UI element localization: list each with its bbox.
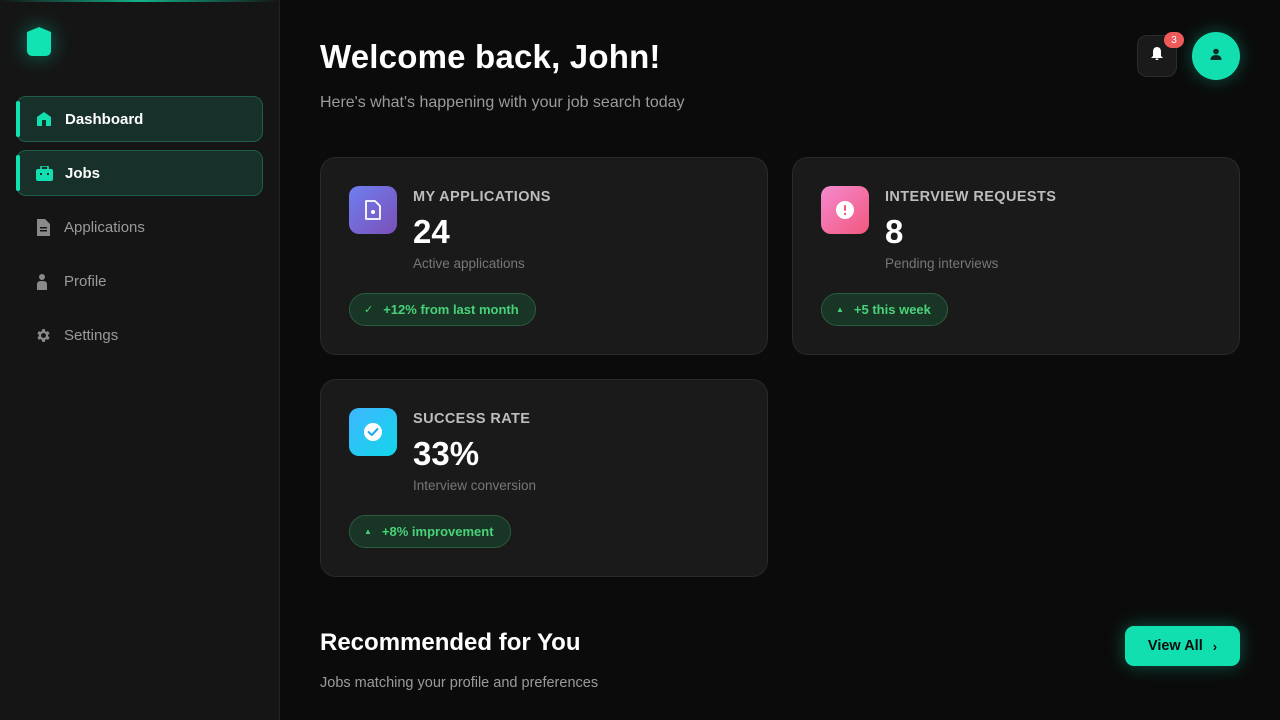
arrow-up-icon: ▲ bbox=[364, 527, 372, 536]
sidebar-item-jobs[interactable]: Jobs bbox=[16, 150, 263, 196]
stat-trend-text: +8% improvement bbox=[381, 524, 494, 539]
sidebar-item-label: Settings bbox=[64, 326, 119, 344]
section-subtitle: Jobs matching your profile and preferenc… bbox=[320, 675, 599, 691]
section-title: Recommended for You bbox=[320, 629, 581, 656]
stat-label: MY APPLICATIONS bbox=[413, 189, 551, 205]
stat-description: Interview conversion bbox=[413, 478, 537, 493]
stat-card-success-rate[interactable]: SUCCESS RATE 33% Interview conversion ▲ … bbox=[320, 379, 768, 577]
check-circle-icon bbox=[349, 408, 397, 456]
page-subtitle: Here's what's happening with your job se… bbox=[320, 94, 685, 111]
briefcase-icon bbox=[35, 164, 53, 182]
stat-card-applications[interactable]: MY APPLICATIONS 24 Active applications ✓… bbox=[320, 157, 768, 355]
document-icon bbox=[349, 186, 397, 234]
stat-description: Active applications bbox=[413, 256, 525, 271]
notification-count-badge: 3 bbox=[1164, 32, 1184, 48]
sidebar-item-label: Dashboard bbox=[65, 110, 144, 128]
sidebar-nav: Dashboard Jobs Applications Profile Sett… bbox=[16, 96, 263, 366]
arrow-up-icon: ▲ bbox=[836, 305, 844, 314]
sidebar-item-applications[interactable]: Applications bbox=[16, 204, 263, 250]
check-icon: ✓ bbox=[364, 304, 374, 316]
stat-label: SUCCESS RATE bbox=[413, 411, 531, 427]
view-all-button[interactable]: View All › bbox=[1125, 626, 1240, 666]
gear-icon bbox=[34, 326, 52, 344]
stat-label: INTERVIEW REQUESTS bbox=[885, 189, 1057, 205]
sidebar-item-label: Jobs bbox=[65, 164, 101, 182]
stat-trend-badge: ▲ +5 this week bbox=[821, 293, 948, 326]
stat-trend-text: +12% from last month bbox=[383, 302, 519, 317]
stat-description: Pending interviews bbox=[885, 256, 999, 271]
stat-trend-badge: ✓ +12% from last month bbox=[349, 293, 536, 326]
sidebar: Dashboard Jobs Applications Profile Sett… bbox=[0, 0, 280, 720]
home-icon bbox=[35, 110, 53, 128]
bell-icon bbox=[1151, 47, 1163, 65]
stat-value: 24 bbox=[413, 213, 450, 250]
info-icon bbox=[821, 186, 869, 234]
sidebar-item-profile[interactable]: Profile bbox=[16, 258, 263, 304]
notifications-button[interactable]: 3 bbox=[1137, 32, 1184, 77]
stat-value: 33% bbox=[413, 435, 480, 472]
sidebar-item-dashboard[interactable]: Dashboard bbox=[16, 96, 263, 142]
page-title: Welcome back, John! bbox=[320, 38, 661, 75]
user-icon bbox=[34, 272, 52, 290]
sidebar-item-label: Profile bbox=[64, 272, 107, 290]
sidebar-item-label: Applications bbox=[64, 218, 145, 236]
stat-trend-badge: ▲ +8% improvement bbox=[349, 515, 511, 548]
stat-trend-text: +5 this week bbox=[853, 302, 931, 317]
stat-value: 8 bbox=[885, 213, 904, 250]
logo-icon[interactable] bbox=[26, 26, 52, 58]
stat-card-interviews[interactable]: INTERVIEW REQUESTS 8 Pending interviews … bbox=[792, 157, 1240, 355]
avatar[interactable] bbox=[1192, 32, 1240, 80]
document-icon bbox=[34, 218, 52, 236]
view-all-label: View All bbox=[1147, 638, 1203, 654]
sidebar-top-glow bbox=[0, 0, 280, 2]
user-icon bbox=[1210, 47, 1222, 65]
sidebar-item-settings[interactable]: Settings bbox=[16, 312, 263, 358]
chevron-right-icon: › bbox=[1212, 638, 1218, 654]
